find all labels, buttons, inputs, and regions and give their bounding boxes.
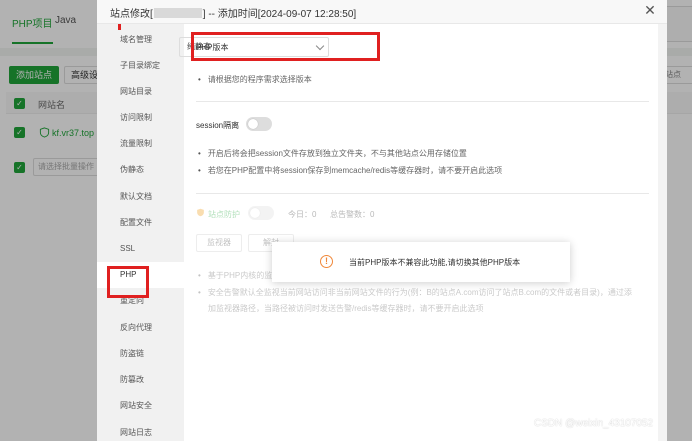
sidebar-item-reverse-proxy[interactable]: 反向代理 (97, 315, 184, 341)
sidebar-item-default-doc[interactable]: 默认文档 (97, 184, 184, 210)
sidebar-item-tamper[interactable]: 防篡改 (97, 367, 184, 393)
session-tip-2: 若您在PHP配置中将session保存到memcache/redis等缓存器时，… (198, 165, 502, 176)
warning-icon: ! (320, 255, 333, 268)
monitor-button[interactable]: 监视器 (196, 234, 242, 252)
sidebar-item-hotlink[interactable]: 防盗链 (97, 341, 184, 367)
dialog-title-prefix: 站点修改[ (110, 9, 153, 20)
dialog-scrollbar[interactable] (658, 24, 667, 441)
dialog-content (184, 24, 667, 441)
dialog-header: 站点修改[ ] -- 添加时间[2024-09-07 12:28:50] ✕ (97, 0, 667, 24)
toast-message: 当前PHP版本不兼容此功能,请切换其他PHP版本 (349, 258, 521, 267)
divider (196, 193, 649, 194)
sidebar-item-access-limit[interactable]: 访问限制 (97, 105, 184, 131)
sidebar-item-subdir[interactable]: 子目录绑定 (97, 53, 184, 79)
divider (196, 101, 649, 102)
redacted-site-name (153, 8, 202, 18)
session-tip-1: 开启后将会把session文件存放到独立文件夹，不与其他站点公用存储位置 (198, 148, 467, 159)
protect-tip-2: 安全告警默认全监视当前网站访问非当前网站文件的行为(例：B的站点A.com访问了… (198, 287, 632, 298)
sidebar-item-domain[interactable]: 域名管理 (97, 27, 184, 53)
protect-tip-1: 基于PHP内核的监 (198, 270, 272, 281)
session-isolation-toggle[interactable] (246, 117, 272, 131)
warning-toast: ! 当前PHP版本不兼容此功能,请切换其他PHP版本 (272, 242, 570, 282)
protect-tip-3: 加监视器路径，当路径被访问时发送告警/redis等缓存器时，请不要开启此选项 (208, 304, 484, 313)
sidebar-item-ssl[interactable]: SSL (97, 236, 184, 262)
session-isolation-label: session隔离 (196, 121, 240, 130)
sidebar-item-config-file[interactable]: 配置文件 (97, 210, 184, 236)
php-version-tip: 请根据您的程序需求选择版本 (198, 74, 312, 85)
site-edit-dialog: 站点修改[ ] -- 添加时间[2024-09-07 12:28:50] ✕ 域名… (97, 0, 667, 441)
php-nav-highlight-box (107, 266, 149, 298)
sidebar-item-site-security[interactable]: 网站安全 (97, 393, 184, 419)
sidebar-item-site-dir[interactable]: 网站目录 (97, 79, 184, 105)
red-marker (118, 24, 121, 30)
close-icon[interactable]: ✕ (642, 1, 658, 19)
dialog-title-suffix: ] -- 添加时间[2024-09-07 12:28:50] (202, 9, 357, 20)
shield-icon (197, 208, 204, 217)
dialog-sidebar: 域名管理 子目录绑定 网站目录 访问限制 流量限制 伪静态 默认文档 配置文件 … (97, 24, 184, 441)
site-protection-label: 站点防护 (208, 210, 240, 219)
sidebar-item-traffic-limit[interactable]: 流量限制 (97, 131, 184, 157)
total-alerts: 总告警数：0 (330, 210, 375, 219)
site-protection-toggle[interactable] (248, 206, 274, 220)
sidebar-item-site-log[interactable]: 网站日志 (97, 420, 184, 441)
dialog-title: 站点修改[ ] -- 添加时间[2024-09-07 12:28:50] (110, 5, 356, 20)
php-version-highlight-box (191, 32, 380, 61)
watermark: CSDN @weixin_43107052 (534, 418, 654, 429)
today-alerts: 今日：0 (288, 210, 317, 219)
sidebar-item-rewrite[interactable]: 伪静态 (97, 157, 184, 183)
